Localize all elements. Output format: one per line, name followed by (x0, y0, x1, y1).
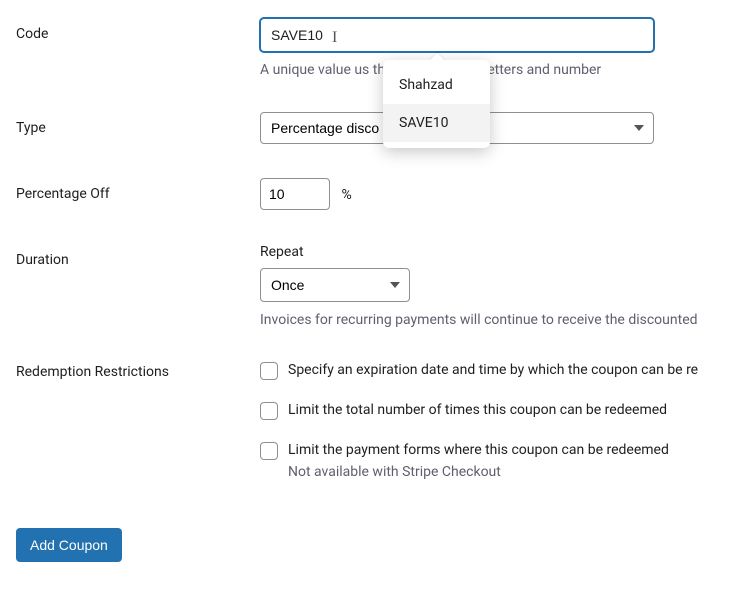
restriction-limit-forms-sub: Not available with Stripe Checkout (288, 464, 669, 480)
restriction-expiration-text: Specify an expiration date and time by w… (288, 362, 698, 378)
text-cursor-icon: I (332, 30, 337, 46)
restriction-limit-forms-checkbox[interactable] (260, 442, 278, 460)
duration-sublabel: Repeat (260, 244, 750, 260)
restriction-limit-total-checkbox[interactable] (260, 402, 278, 420)
code-label: Code (16, 18, 260, 42)
autocomplete-item[interactable]: Shahzad (383, 66, 490, 104)
duration-label: Duration (16, 244, 260, 268)
autocomplete-item[interactable]: SAVE10 (383, 104, 490, 142)
code-input[interactable] (260, 18, 654, 52)
restriction-limit-forms-text: Limit the payment forms where this coupo… (288, 442, 669, 458)
percentage-input[interactable] (260, 178, 330, 210)
percentage-symbol: % (341, 187, 351, 203)
restriction-limit-total-text: Limit the total number of times this cou… (288, 402, 667, 418)
code-autocomplete-dropdown: Shahzad SAVE10 (383, 60, 490, 148)
restriction-expiration-checkbox[interactable] (260, 362, 278, 380)
duration-select[interactable]: Once (260, 268, 410, 302)
add-coupon-button[interactable]: Add Coupon (16, 528, 122, 562)
type-label: Type (16, 112, 260, 136)
duration-help-text: Invoices for recurring payments will con… (260, 312, 750, 328)
restrictions-label: Redemption Restrictions (16, 362, 260, 380)
code-help-text: A unique value us the coupon field. Lett… (260, 62, 750, 78)
percentage-label: Percentage Off (16, 178, 260, 202)
